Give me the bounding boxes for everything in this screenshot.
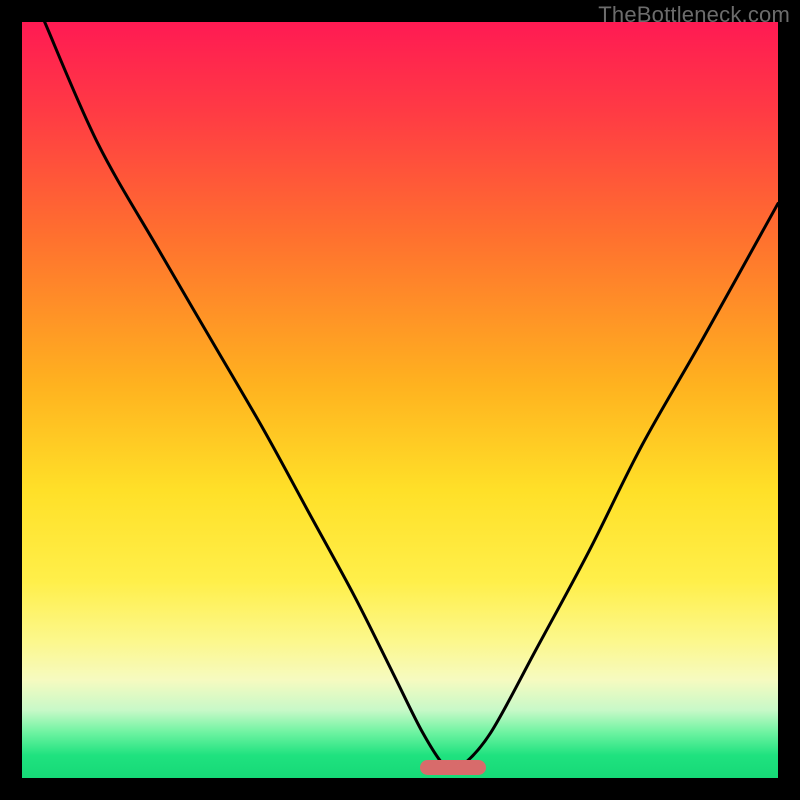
optimal-range-marker (420, 760, 486, 775)
plot-area (22, 22, 778, 778)
curve-path (45, 22, 778, 771)
bottleneck-curve (22, 22, 778, 778)
